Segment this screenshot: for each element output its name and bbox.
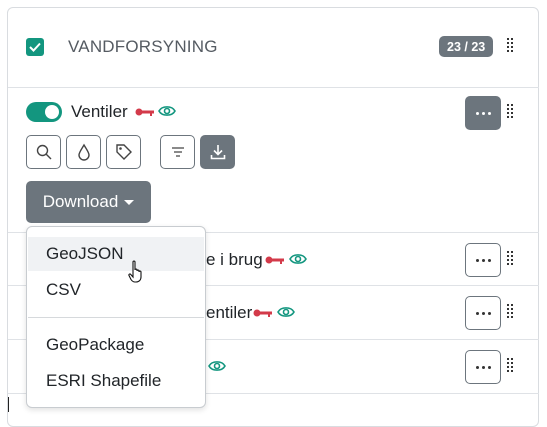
drag-handle-icon[interactable] — [507, 251, 515, 269]
drag-handle-icon[interactable] — [507, 358, 515, 376]
layer-toggle[interactable] — [26, 102, 62, 122]
download-dropdown-button[interactable]: Download — [26, 181, 151, 223]
text-cursor — [8, 397, 9, 412]
menu-item-csv[interactable]: CSV — [28, 273, 204, 307]
download-icon — [210, 145, 225, 160]
search-button[interactable] — [26, 135, 61, 169]
download-label: Download — [42, 192, 119, 211]
filter-button[interactable] — [160, 135, 195, 169]
eye-icon[interactable] — [289, 252, 307, 266]
menu-item-esri-shapefile[interactable]: ESRI Shapefile — [28, 364, 204, 398]
group-checkbox[interactable] — [26, 38, 44, 56]
caret-down-icon — [124, 199, 135, 205]
eye-icon[interactable] — [277, 305, 295, 319]
layer-options-button[interactable] — [465, 296, 501, 330]
menu-item-geopackage[interactable]: GeoPackage — [28, 328, 204, 362]
more-icon — [475, 111, 491, 115]
layer-options-button[interactable] — [465, 96, 501, 130]
drag-handle-icon[interactable] — [507, 38, 515, 56]
divider — [8, 87, 539, 88]
download-toggle-button[interactable] — [200, 135, 235, 169]
search-icon — [36, 144, 51, 160]
layer-options-button[interactable] — [465, 243, 501, 277]
more-icon — [475, 365, 491, 369]
count-badge: 23 / 23 — [439, 36, 494, 57]
check-icon — [29, 42, 41, 52]
eye-icon[interactable] — [158, 104, 176, 118]
key-icon — [265, 256, 284, 264]
layer-name: entiler — [206, 303, 253, 322]
menu-item-geojson[interactable]: GeoJSON — [28, 237, 204, 271]
tag-icon — [115, 144, 132, 160]
key-icon — [253, 309, 272, 317]
label-button[interactable] — [106, 135, 141, 169]
layer-name: Ventiler — [71, 102, 128, 121]
hand-cursor-icon — [128, 260, 142, 283]
style-button[interactable] — [66, 135, 101, 169]
layer-options-button[interactable] — [465, 350, 501, 384]
drop-icon — [77, 143, 90, 161]
more-icon — [475, 311, 491, 315]
group-title: VANDFORSYNING — [68, 37, 218, 56]
filter-icon — [171, 147, 184, 157]
menu-divider — [28, 317, 204, 318]
more-icon — [475, 258, 491, 262]
download-menu: GeoJSON CSV GeoPackage ESRI Shapefile — [26, 226, 206, 408]
layer-name: e i brug — [206, 250, 263, 269]
drag-handle-icon[interactable] — [507, 304, 515, 322]
eye-icon[interactable] — [208, 359, 226, 373]
drag-handle-icon[interactable] — [507, 104, 515, 122]
key-icon — [135, 108, 154, 116]
